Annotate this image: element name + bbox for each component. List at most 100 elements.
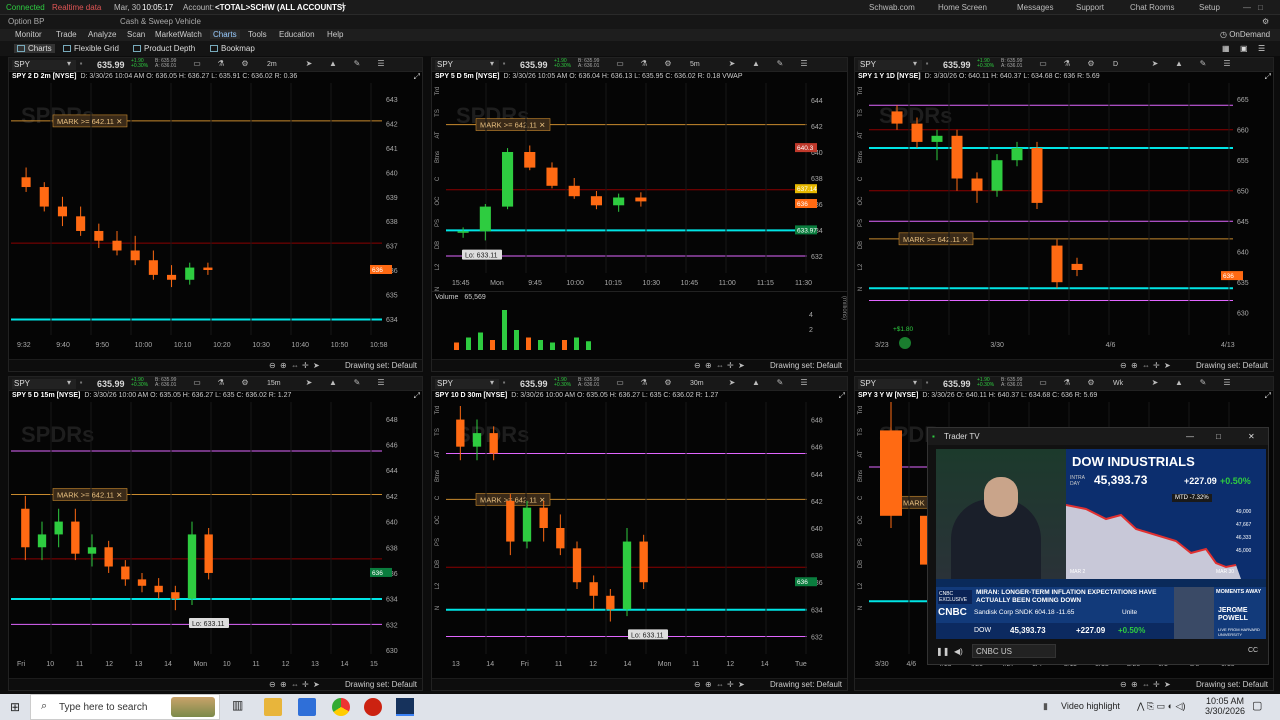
chrome-icon[interactable] [332, 698, 350, 716]
ondemand-button[interactable]: ◷ OnDemand [1220, 30, 1270, 39]
file-explorer-icon[interactable] [264, 698, 282, 716]
pencil-icon[interactable]: ✎ [353, 60, 361, 68]
chart-panel[interactable]: SPY ▾ ▪ 635.99 +1.90 +0.30% B: 635.99 A: 636.01… [431, 57, 848, 372]
pan-icon[interactable]: ⇔ [1142, 361, 1150, 370]
pan-icon[interactable]: ⇔ [716, 680, 724, 689]
nav-scan[interactable]: Scan [127, 30, 145, 39]
nav-monitor[interactable]: Monitor [15, 30, 42, 39]
link-icon[interactable]: ▪ [500, 379, 508, 387]
taskbar-clock[interactable]: 10:05 AM 3/30/2026 [1205, 696, 1245, 716]
link-icon[interactable]: ▪ [500, 60, 508, 68]
chevron-down-icon[interactable]: ▾ [488, 60, 496, 68]
cursor-icon[interactable]: ➤ [1164, 361, 1171, 370]
add-account-icon[interactable]: + [340, 0, 346, 12]
drawing-icon[interactable]: ▲ [752, 60, 760, 68]
settings-icon[interactable]: ⚙ [1087, 60, 1095, 68]
link-chat-rooms[interactable]: Chat Rooms [1130, 3, 1174, 12]
pan-icon[interactable]: ⇔ [291, 680, 299, 689]
nav-trade[interactable]: Trade [56, 30, 77, 39]
price-chart[interactable]: SPDRsMARK >= 642.11 ✕6436426416406396386… [9, 83, 423, 351]
chevron-down-icon[interactable]: ▾ [911, 379, 919, 387]
layout-grid-icon[interactable]: ▦ [1222, 44, 1230, 53]
link-icon[interactable]: ▪ [923, 60, 931, 68]
studies-icon[interactable]: ⚗ [217, 379, 225, 387]
chevron-down-icon[interactable]: ▾ [65, 60, 73, 68]
zoom-in-icon[interactable]: ⊕ [1131, 680, 1138, 689]
studies-icon[interactable]: ⚗ [640, 379, 648, 387]
link-icon[interactable]: ▪ [923, 379, 931, 387]
nav-analyze[interactable]: Analyze [88, 30, 116, 39]
link-icon[interactable]: ▪ [77, 60, 85, 68]
drawing-set-label[interactable]: Drawing set: Default [770, 361, 842, 370]
cursor-icon[interactable]: ➤ [728, 60, 736, 68]
browser-icon[interactable] [364, 698, 382, 716]
settings-icon[interactable]: ⚙ [664, 60, 672, 68]
cursor-icon[interactable]: ➤ [728, 379, 736, 387]
zoom-out-icon[interactable]: ⊖ [1120, 361, 1127, 370]
crosshair-icon[interactable]: ✛ [302, 680, 309, 689]
link-schwab[interactable]: Schwab.com [869, 3, 915, 12]
zoom-out-icon[interactable]: ⊖ [269, 680, 276, 689]
chart-panel[interactable]: SPY ▾ ▪ 635.99 +1.90 +0.30% B: 635.99 A: 636.01… [8, 57, 423, 372]
expand-icon[interactable]: ⤢ [414, 391, 420, 401]
link-icon[interactable]: ▪ [77, 379, 85, 387]
minimize-icon[interactable]: — [1243, 3, 1251, 12]
zoom-in-icon[interactable]: ⊕ [705, 680, 712, 689]
tv-video[interactable]: DOW INDUSTRIALS INTRA DAY 45,393.73 +227… [936, 449, 1266, 639]
zoom-out-icon[interactable]: ⊖ [694, 680, 701, 689]
price-chart[interactable]: SPDRsMARK >= 642.11 ✕6446426406386366346… [432, 83, 848, 289]
pencil-icon[interactable]: ✎ [1199, 379, 1207, 387]
pencil-icon[interactable]: ✎ [776, 60, 784, 68]
notification-icon[interactable]: ▢ [1252, 699, 1262, 712]
captions-icon[interactable]: CC [1248, 647, 1258, 654]
studies-icon[interactable]: ⚗ [217, 60, 225, 68]
menu-icon[interactable]: ☰ [1223, 60, 1231, 68]
zoom-in-icon[interactable]: ⊕ [1131, 361, 1138, 370]
pencil-icon[interactable]: ✎ [353, 379, 361, 387]
aggregation-select[interactable]: Wk [1113, 380, 1123, 387]
link-support[interactable]: Support [1076, 3, 1104, 12]
chart-style-icon[interactable]: ▭ [193, 379, 201, 387]
chart-panel[interactable]: SPY ▾ ▪ 635.99 +1.90 +0.30% B: 635.99 A: 636.01… [431, 376, 848, 691]
drawing-icon[interactable]: ▲ [1175, 379, 1183, 387]
mark-alert-label[interactable]: MARK >= 642.11 ✕ [52, 114, 128, 128]
crosshair-icon[interactable]: ✛ [302, 361, 309, 370]
volume-subchart[interactable]: Volume 65,569 4 2 (millions) [432, 291, 847, 351]
crosshair-icon[interactable]: ✛ [727, 361, 734, 370]
volume-icon[interactable]: ◀) [954, 647, 963, 656]
account-selector[interactable]: <TOTAL>SCHW (ALL ACCOUNTS) [215, 3, 345, 12]
studies-icon[interactable]: ⚗ [1063, 379, 1071, 387]
layout-save-icon[interactable]: ▣ [1240, 44, 1248, 53]
aggregation-select[interactable]: D [1113, 61, 1118, 68]
chart-style-icon[interactable]: ▭ [616, 379, 624, 387]
chevron-down-icon[interactable]: ▾ [911, 60, 919, 68]
expand-icon[interactable]: ⤢ [1265, 72, 1271, 82]
subtab-charts[interactable]: Charts [14, 44, 55, 53]
mark-alert-label[interactable]: MARK >= 642.11 ✕ [475, 118, 551, 131]
aggregation-select[interactable]: 2m [267, 61, 277, 68]
thinkorswim-icon[interactable] [396, 698, 414, 716]
drawing-icon[interactable]: ▲ [752, 379, 760, 387]
crosshair-icon[interactable]: ✛ [1153, 680, 1160, 689]
pause-icon[interactable]: ❚❚ [936, 647, 949, 656]
subtab-product-depth[interactable]: Product Depth [133, 44, 195, 53]
nav-education[interactable]: Education [279, 30, 315, 39]
drawing-icon[interactable]: ▲ [1175, 60, 1183, 68]
crosshair-icon[interactable]: ✛ [727, 680, 734, 689]
pan-icon[interactable]: ⇔ [716, 361, 724, 370]
price-chart[interactable]: SPDRsMARK >= 642.11 ✕6486466446426406386… [432, 402, 848, 670]
menu-icon[interactable]: ☰ [1223, 379, 1231, 387]
menu-icon[interactable]: ☰ [800, 379, 808, 387]
task-view-icon[interactable]: ▥ [232, 698, 250, 716]
cursor-icon[interactable]: ➤ [313, 680, 320, 689]
drawing-set-label[interactable]: Drawing set: Default [345, 680, 417, 689]
store-icon[interactable] [298, 698, 316, 716]
video-highlight-label[interactable]: Video highlight [1061, 701, 1120, 711]
crosshair-icon[interactable]: ✛ [1153, 361, 1160, 370]
video-highlight-icon[interactable]: ▮ [1043, 701, 1048, 712]
chart-style-icon[interactable]: ▭ [1039, 60, 1047, 68]
price-chart[interactable]: SPDRsMARK >= 642.11 ✕6656606556506456406… [855, 83, 1274, 351]
drawing-set-label[interactable]: Drawing set: Default [1196, 361, 1268, 370]
menu-icon[interactable]: ☰ [377, 60, 385, 68]
tv-maximize-icon[interactable]: □ [1216, 432, 1221, 441]
